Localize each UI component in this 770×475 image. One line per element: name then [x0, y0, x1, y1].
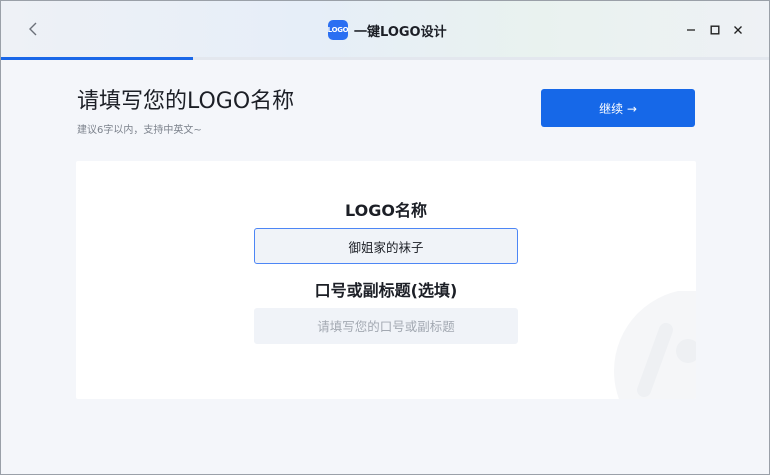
- slogan-input[interactable]: [254, 308, 518, 344]
- app-logo-icon: LOGO: [328, 20, 349, 40]
- logo-name-input[interactable]: [254, 228, 518, 264]
- minimize-button[interactable]: [682, 21, 700, 39]
- page-subtitle: 建议6字以内，支持中英文~: [77, 125, 202, 136]
- back-button[interactable]: [21, 17, 45, 41]
- title-bar: LOGO 一键LOGO设计: [1, 1, 769, 59]
- form-card: LOGO名称 口号或副标题(选填): [76, 161, 696, 399]
- app-window: LOGO 一键LOGO设计 请填写您的LOGO名称 建议6字以内，支持中英文~ …: [0, 0, 770, 475]
- slogan-label: 口号或副标题(选填): [314, 281, 458, 300]
- chevron-left-icon: [29, 22, 37, 36]
- maximize-icon: [710, 25, 720, 35]
- minimize-icon: [687, 29, 695, 31]
- step-progress-fill: [1, 57, 193, 60]
- decorative-shape: [614, 291, 696, 399]
- page-title: 请填写您的LOGO名称: [77, 89, 295, 114]
- app-title: 一键LOGO设计: [354, 24, 447, 40]
- maximize-button[interactable]: [706, 21, 724, 39]
- logo-name-label: LOGO名称: [345, 201, 427, 220]
- step-progress-bar: [1, 57, 769, 60]
- title-group: LOGO 一键LOGO设计: [328, 19, 447, 41]
- continue-button[interactable]: 继续 →: [541, 89, 695, 127]
- close-button[interactable]: [729, 21, 747, 39]
- close-icon: [734, 26, 742, 34]
